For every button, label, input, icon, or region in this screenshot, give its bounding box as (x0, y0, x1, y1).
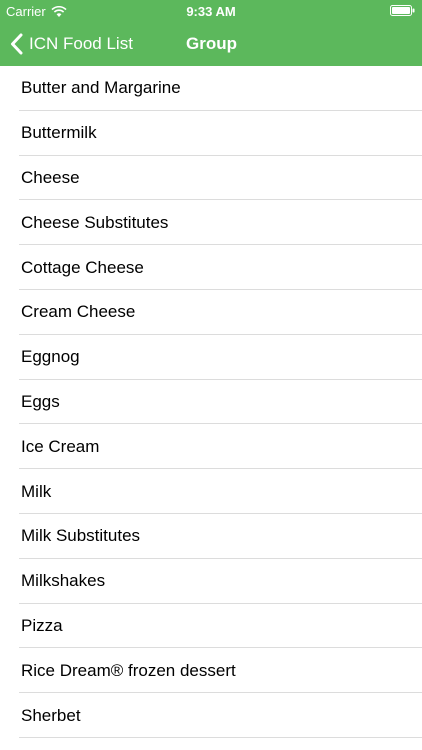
back-button[interactable]: ICN Food List (10, 22, 133, 66)
status-bar: Carrier 9:33 AM (0, 0, 422, 22)
list-item-rice-dream-frozen-dessert[interactable]: Rice Dream® frozen dessert (0, 648, 422, 693)
header: Carrier 9:33 AM ICN Food List Group (0, 0, 422, 66)
list-item-label: Ice Cream (21, 436, 100, 456)
chevron-left-icon (11, 33, 23, 55)
list-item-cheese-substitutes[interactable]: Cheese Substitutes (0, 200, 422, 245)
list-item-label: Butter and Margarine (21, 78, 181, 98)
list-item-milk-substitutes[interactable]: Milk Substitutes (0, 514, 422, 559)
food-group-list: Butter and Margarine Buttermilk Cheese C… (0, 66, 422, 738)
list-item-milk[interactable]: Milk (0, 469, 422, 514)
list-item-label: Rice Dream® frozen dessert (21, 660, 236, 680)
page-title: Group (186, 34, 237, 53)
list-item-label: Milk Substitutes (21, 526, 141, 546)
list-item-butter-and-margarine[interactable]: Butter and Margarine (0, 66, 422, 111)
list-item-label: Cottage Cheese (21, 257, 144, 277)
list-item-label: Cheese Substitutes (21, 212, 169, 232)
list-item-milkshakes[interactable]: Milkshakes (0, 559, 422, 604)
list-item-label: Pizza (21, 615, 63, 635)
status-time: 9:33 AM (186, 4, 236, 19)
list-item-label: Eggs (21, 391, 60, 411)
back-button-label: ICN Food List (29, 34, 133, 53)
list-item-label: Cream Cheese (21, 302, 136, 322)
list-item-label: Cheese (21, 167, 80, 187)
list-item-buttermilk[interactable]: Buttermilk (0, 111, 422, 156)
list-item-cream-cheese[interactable]: Cream Cheese (0, 290, 422, 335)
battery-icon (390, 5, 415, 16)
list-item-label: Eggnog (21, 347, 80, 367)
navigation-bar: ICN Food List Group (0, 22, 422, 66)
list-item-cottage-cheese[interactable]: Cottage Cheese (0, 245, 422, 290)
list-item-label: Milkshakes (21, 571, 106, 591)
list-item-label: Buttermilk (21, 123, 97, 143)
list-item-ice-cream[interactable]: Ice Cream (0, 424, 422, 469)
list-item-pizza[interactable]: Pizza (0, 604, 422, 649)
list-item-cheese[interactable]: Cheese (0, 156, 422, 201)
list-item-label: Sherbet (21, 705, 81, 725)
list-item-label: Milk (21, 481, 52, 501)
list-item-eggnog[interactable]: Eggnog (0, 335, 422, 380)
list-item-sherbet[interactable]: Sherbet (0, 693, 422, 738)
list-item-eggs[interactable]: Eggs (0, 380, 422, 425)
